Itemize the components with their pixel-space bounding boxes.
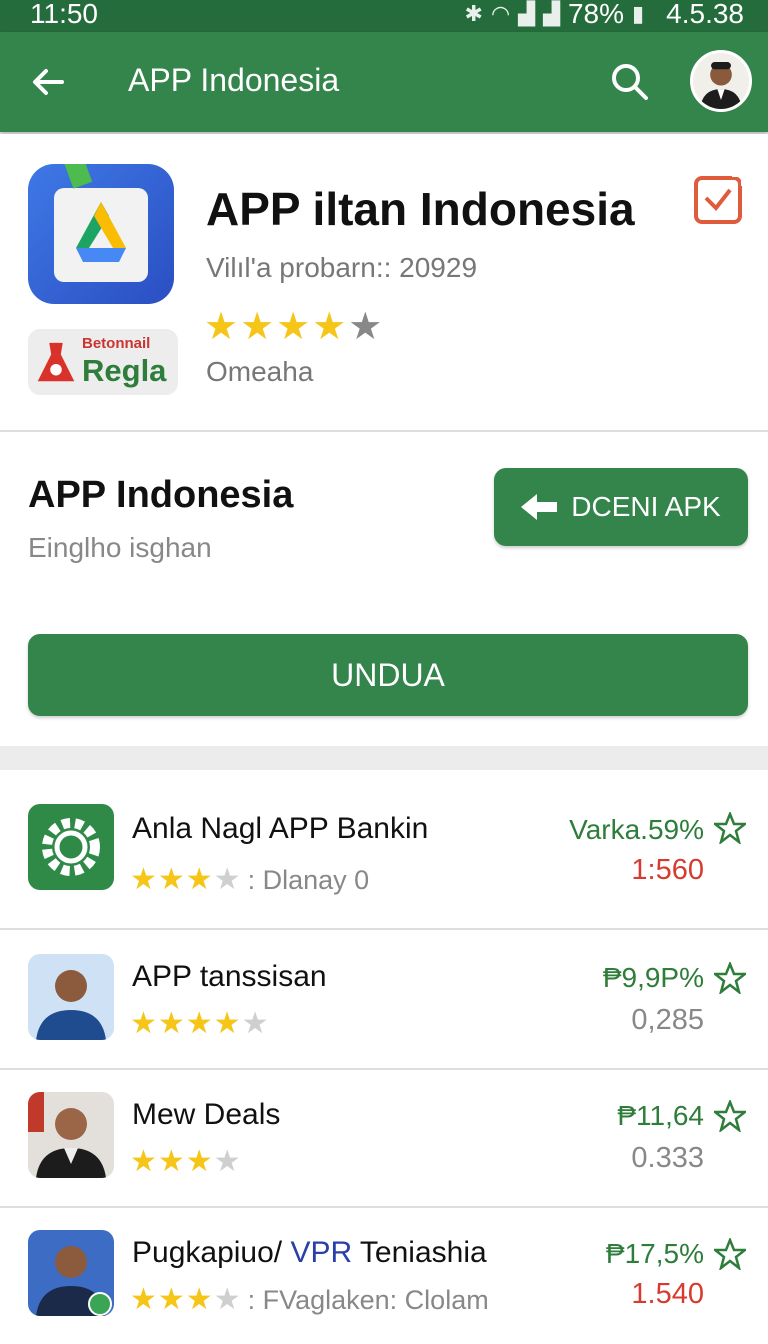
related-apps-list: Anla Nagl APP Bankin ★★★★: Dlanay 0 Vark… <box>0 770 768 1344</box>
status-bar: 11:50 ✱ ◠ ▟ ▟ 78% ▮ 4.5.38 <box>0 0 768 32</box>
list-item-name: Pugkapiuo/ VPR Teniashia <box>132 1236 487 1269</box>
arrow-left-icon <box>521 494 558 520</box>
signal-icon: ▟ <box>518 1 536 26</box>
checkbox-checked-icon[interactable] <box>692 172 746 226</box>
app-bar-title: APP Indonesia <box>128 62 340 98</box>
list-item-percent: ₱17,5% <box>605 1238 704 1269</box>
list-item[interactable]: Anla Nagl APP Bankin ★★★★: Dlanay 0 Vark… <box>0 770 768 930</box>
status-time: 11:50 <box>30 0 98 29</box>
person-thumbnail <box>28 1092 114 1178</box>
app-rating-stars: ★★★★★ <box>204 306 385 348</box>
apk-download-button[interactable]: DCENI APK <box>494 468 748 546</box>
app-title: APP iltan Indonesia <box>206 183 635 235</box>
flask-icon <box>37 342 75 382</box>
badge-big-text: Regla <box>82 353 167 388</box>
user-avatar[interactable] <box>690 50 752 112</box>
list-item-value: 0.333 <box>631 1142 704 1174</box>
person-thumbnail <box>28 1230 114 1316</box>
list-item[interactable]: Mew Deals ★★★★ ₱11,64 0.333 <box>0 1070 768 1208</box>
star-outline-icon[interactable] <box>714 812 746 844</box>
search-icon[interactable] <box>608 60 652 104</box>
app-developer: Omeaha <box>206 356 314 387</box>
star-outline-icon[interactable] <box>714 962 746 994</box>
person-thumbnail <box>28 954 114 1040</box>
list-item-value: 1:560 <box>631 854 704 886</box>
battery-percent: 78% <box>567 0 625 29</box>
app-subtitle: Vilıl'a probarn:: 20929 <box>206 252 478 283</box>
battery-icon: ▮ <box>632 1 645 26</box>
arrow-left-icon[interactable] <box>28 62 68 102</box>
gear-icon <box>42 818 100 876</box>
app-bar: APP Indonesia <box>0 32 768 132</box>
section-title: APP Indonesia <box>28 474 294 516</box>
list-item[interactable]: Pugkapiuo/ VPR Teniashia ★★★★: FVaglaken… <box>0 1208 768 1344</box>
person-icon <box>36 1246 112 1316</box>
list-item-value: 0,285 <box>631 1004 704 1036</box>
list-item-percent: Varka.59% <box>569 814 704 845</box>
list-item[interactable]: APP tanssisan ★★★★★ ₱9,9P% 0,285 <box>0 930 768 1070</box>
divider <box>0 430 768 432</box>
award-badge: Betonnail Regla <box>28 329 178 395</box>
apk-button-label: DCENI APK <box>571 491 721 522</box>
half-star-icon: ★ <box>348 306 385 348</box>
star-outline-icon[interactable] <box>714 1238 746 1270</box>
status-icons: ✱ ◠ ▟ ▟ 78% ▮ 4.5.38 <box>465 0 745 30</box>
app-detail-card: Betonnail Regla APP iltan Indonesia Vilı… <box>0 134 768 746</box>
person-icon <box>28 1092 106 1178</box>
badge-small-text: Betonnail <box>82 335 151 352</box>
list-item-percent: ₱9,9P% <box>602 962 704 993</box>
list-item-value: 1.540 <box>631 1278 704 1310</box>
bluetooth-icon: ✱ <box>464 1 483 26</box>
list-item-rating: ★★★★ <box>130 1145 242 1178</box>
list-item-name: Mew Deals <box>132 1098 281 1131</box>
download-button[interactable]: UNDUA <box>28 634 748 716</box>
person-icon <box>36 970 106 1040</box>
list-item-rating: ★★★★★ <box>130 1007 270 1040</box>
person-avatar-icon <box>693 53 749 109</box>
list-item-name: APP tanssisan <box>132 960 327 993</box>
drive-app-icon[interactable] <box>28 164 174 304</box>
list-item-rating: ★★★★: Dlanay 0 <box>130 863 370 896</box>
star-outline-icon[interactable] <box>714 1100 746 1132</box>
section-subtitle: Einglho isghan <box>28 532 212 563</box>
list-item-rating: ★★★★: FVaglaken: Clolam <box>130 1283 489 1316</box>
drive-logo-icon <box>76 202 126 262</box>
list-item-name: Anla Nagl APP Bankin <box>132 812 429 845</box>
list-item-percent: ₱11,64 <box>617 1100 704 1131</box>
gear-app-icon <box>28 804 114 890</box>
network-version: 4.5.38 <box>666 0 744 29</box>
signal-icon-2: ▟ <box>543 1 560 26</box>
wifi-icon: ◠ <box>490 1 511 26</box>
